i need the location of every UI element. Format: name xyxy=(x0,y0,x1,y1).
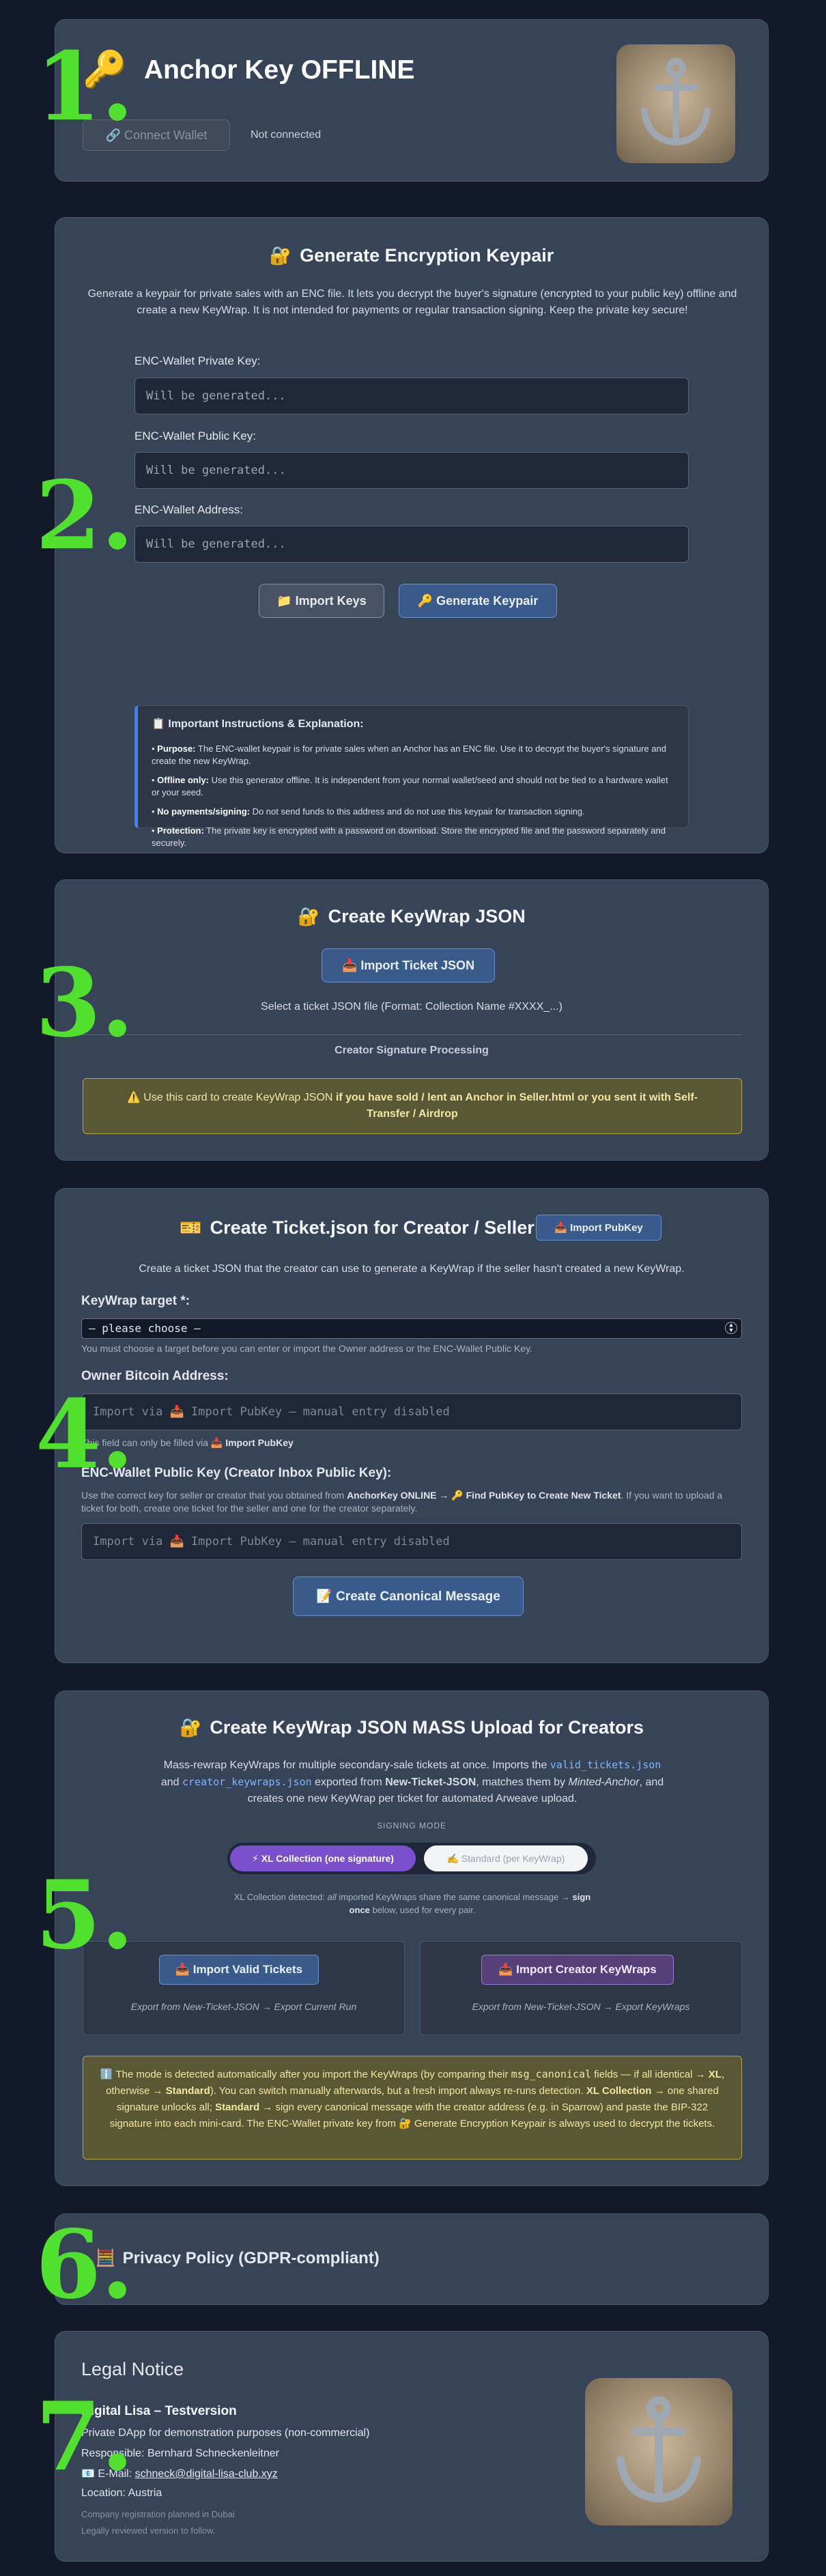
mass-heading: 🔐 Create KeyWrap JSON MASS Upload for Cr… xyxy=(55,1717,768,1738)
instruction-item: • No payments/signing: Do not send funds… xyxy=(152,806,585,817)
import-creator-keywraps-button[interactable]: 📥 Import Creator KeyWraps xyxy=(481,1955,674,1985)
select-arrows-icon: ▲ ▼ xyxy=(725,1322,737,1334)
keywrap-target-select[interactable]: — please choose — ▲ ▼ xyxy=(81,1318,742,1339)
public-key-label: ENC-Wallet Public Key: xyxy=(134,429,256,442)
creator-signature-heading: Creator Signature Processing xyxy=(334,1045,489,1056)
instruction-item: • Protection: The private key is encrypt… xyxy=(152,825,666,848)
public-key-field[interactable]: Will be generated... xyxy=(134,452,689,489)
section-number-6: 6. xyxy=(35,2209,134,2320)
private-key-field[interactable]: Will be generated... xyxy=(134,378,689,414)
keywrap-warning-note: ⚠️ Use this card to create KeyWrap JSON … xyxy=(83,1078,742,1134)
owner-address-field[interactable]: Import via 📥 Import PubKey — manual entr… xyxy=(81,1393,742,1430)
ticket-description: Create a ticket JSON that the creator ca… xyxy=(139,1263,685,1275)
keypair-heading: 🔐 Generate Encryption Keypair xyxy=(55,245,768,266)
import-valid-tickets-button[interactable]: 📥 Import Valid Tickets xyxy=(159,1955,319,1985)
privacy-title: Privacy Policy (GDPR-compliant) xyxy=(122,2248,380,2267)
header-card: 🔑 Anchor Key OFFLINE 🔗 Connect Wallet No… xyxy=(55,19,769,182)
wallet-status: Not connected xyxy=(251,129,322,141)
import-valid-hint: Export from New-Ticket-JSON → Export Cur… xyxy=(130,2001,357,2012)
legal-line-5: Legally reviewed version to follow. xyxy=(81,2525,216,2536)
keywrap-target-label: KeyWrap target *: xyxy=(81,1294,190,1308)
mode-standard-button[interactable]: ✍️ Standard (per KeyWrap) xyxy=(424,1845,588,1871)
privacy-card[interactable]: ▶ 🧮 Privacy Policy (GDPR-compliant) xyxy=(55,2213,769,2305)
section-number-4: 4. xyxy=(35,1378,134,1490)
lock-key-icon: 🔐 xyxy=(269,245,292,266)
import-ticket-json-button[interactable]: 📥 Import Ticket JSON xyxy=(322,948,495,982)
mode-xl-button[interactable]: ⚡ XL Collection (one signature) xyxy=(230,1845,416,1871)
lock-key-icon: 🔐 xyxy=(179,1717,202,1738)
section-number-5: 5. xyxy=(35,1859,134,1970)
keywrap-heading: 🔐 Create KeyWrap JSON xyxy=(55,906,768,927)
section-number-7: 7. xyxy=(35,2381,134,2492)
import-pubkey-button[interactable]: 📥 Import PubKey xyxy=(536,1215,661,1241)
address-field[interactable]: Will be generated... xyxy=(134,526,689,563)
address-label: ENC-Wallet Address: xyxy=(134,503,244,516)
email-link[interactable]: schneck@digital-lisa-club.xyz xyxy=(135,2468,278,2480)
section-number-2: 2. xyxy=(35,459,134,571)
instructions-title: 📋 Important Instructions & Explanation: xyxy=(152,718,364,730)
mass-description: Mass-rewrap KeyWraps for multiple second… xyxy=(160,1759,664,1804)
ticket-title: Create Ticket.json for Creator / Seller xyxy=(210,1217,535,1238)
target-hint: You must choose a target before you can … xyxy=(81,1343,532,1354)
instructions-box: 📋 Important Instructions & Explanation: … xyxy=(134,705,689,848)
divider xyxy=(83,1034,742,1035)
enc-public-key-field[interactable]: Import via 📥 Import PubKey — manual entr… xyxy=(81,1523,742,1560)
logo-anchor-icon xyxy=(616,44,735,163)
app-title: Anchor Key OFFLINE xyxy=(144,55,415,85)
instruction-item: • Purpose: The ENC-wallet keypair is for… xyxy=(152,744,666,766)
create-canonical-message-button[interactable]: 📝 Create Canonical Message xyxy=(293,1576,524,1616)
keypair-title: Generate Encryption Keypair xyxy=(300,245,554,266)
instruction-item: • Offline only: Use this generator offli… xyxy=(152,775,668,797)
legal-anchor-icon xyxy=(585,2378,732,2525)
section-number-3: 3. xyxy=(35,947,134,1058)
keypair-card: 🔐 Generate Encryption Keypair Generate a… xyxy=(55,217,769,853)
ticket-file-hint: Select a ticket JSON file (Format: Colle… xyxy=(261,1001,562,1013)
mode-info-note: ℹ️ The mode is detected automatically af… xyxy=(83,2056,742,2160)
legal-title: Legal Notice xyxy=(81,2359,184,2379)
mass-title: Create KeyWrap JSON MASS Upload for Crea… xyxy=(210,1717,644,1738)
keywrap-card: 🔐 Create KeyWrap JSON 📥 Import Ticket JS… xyxy=(55,879,769,1161)
import-creator-hint: Export from New-Ticket-JSON → Export Key… xyxy=(472,2001,690,2012)
lock-key-icon: 🔐 xyxy=(298,906,320,926)
signing-mode-label: SIGNING MODE xyxy=(376,1821,446,1830)
keywrap-title: Create KeyWrap JSON xyxy=(328,906,526,926)
private-key-label: ENC-Wallet Private Key: xyxy=(134,354,261,367)
enc-public-key-hint: Use the correct key for seller or creato… xyxy=(81,1490,723,1514)
import-keys-button[interactable]: 📁 Import Keys xyxy=(259,584,384,618)
ticket-card: 🎫 Create Ticket.json for Creator / Selle… xyxy=(55,1188,769,1663)
ticket-icon: 🎫 xyxy=(180,1217,202,1238)
legal-card: Legal Notice Digital Lisa – Testversion … xyxy=(55,2331,769,2562)
generate-keypair-button[interactable]: 🔑 Generate Keypair xyxy=(399,584,557,618)
mode-detected-text: XL Collection detected: all imported Key… xyxy=(233,1892,591,1915)
section-number-1: 1. xyxy=(35,31,134,142)
mass-upload-card: 🔐 Create KeyWrap JSON MASS Upload for Cr… xyxy=(55,1690,769,2186)
keypair-description: Generate a keypair for private sales wit… xyxy=(87,288,737,316)
legal-line-4: Company registration planned in Dubai xyxy=(81,2509,235,2519)
